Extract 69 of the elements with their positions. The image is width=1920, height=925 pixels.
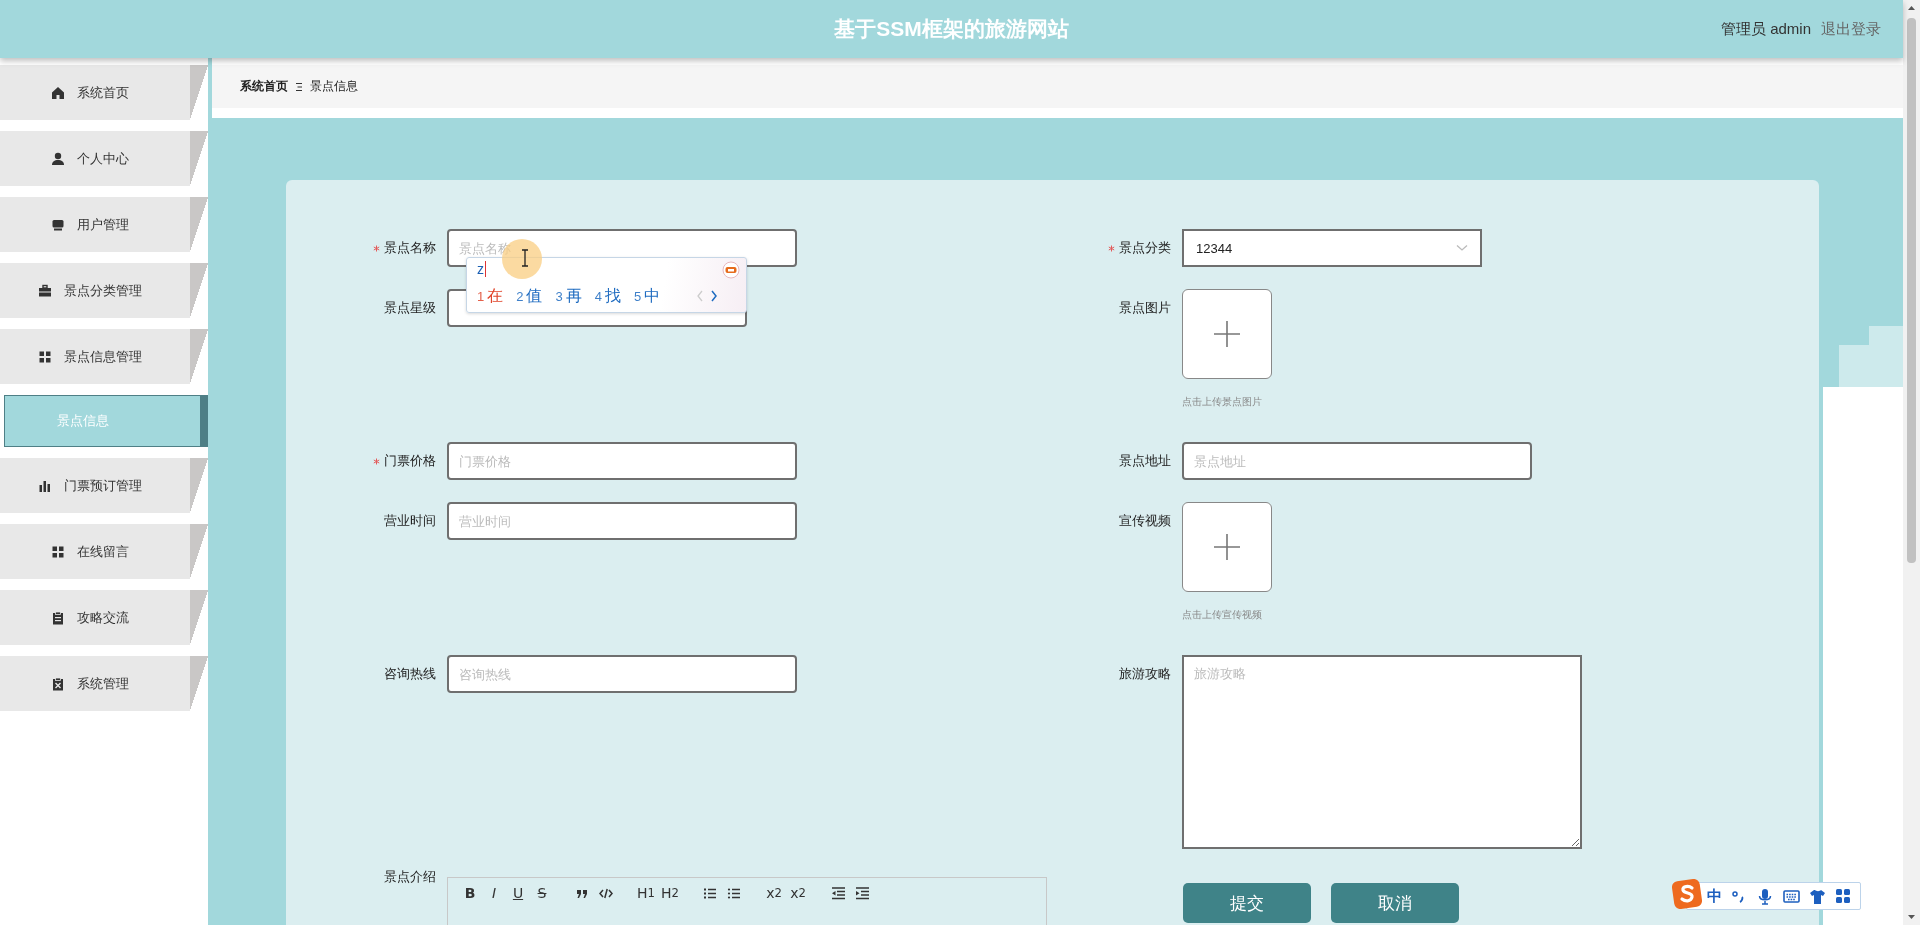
text-field[interactable]: 景点地址 [1182,442,1532,480]
breadcrumb-link[interactable]: 景点信息 [310,78,358,95]
upload-box[interactable] [1182,502,1272,592]
field-label: 咨询热线 [384,665,436,683]
field-label: 旅游攻略 [1119,665,1171,683]
field-label: 景点地址 [1119,452,1171,470]
grid-icon [51,544,65,559]
breadcrumb-link[interactable]: 系统首页 [240,78,288,95]
ime-candidate[interactable]: 4 找 [594,286,621,307]
bar-chart-icon [38,478,52,493]
text-field[interactable]: 营业时间 [447,502,797,540]
user-name: 管理员 admin [1720,19,1811,39]
user-icon [51,151,65,166]
text-cursor-icon [521,249,529,267]
upload-hint: 点击上传宣传视频 [1182,608,1263,622]
grid-icon [38,349,52,364]
home-icon [51,85,65,100]
field-label: 宣传视频 [1119,512,1171,530]
text-field[interactable]: 咨询热线 [447,655,797,693]
ime-candidate[interactable]: 5 中 [633,286,661,307]
scroll-up-icon [1907,4,1916,12]
underline-button[interactable]: U [510,884,526,902]
keyboard-icon[interactable] [1783,887,1800,905]
bold-button[interactable]: B [462,884,478,902]
required-asterisk-icon [1108,244,1115,252]
separator-icon [296,81,302,92]
clipboard-x-icon [51,676,65,691]
briefcase-icon [38,283,52,298]
text-area[interactable]: 旅游攻略 [1182,655,1582,849]
plus-icon [1214,534,1240,560]
ime-mascot-icon [722,261,740,279]
shirt-icon[interactable] [1809,887,1826,905]
field-label: 门票价格 [384,452,436,470]
upload-box[interactable] [1182,289,1272,379]
clipboard-icon [51,610,65,625]
field-label: 景点分类 [1119,239,1171,257]
field-label: 景点图片 [1119,299,1171,317]
ime-candidate[interactable]: 1 在 [477,286,504,307]
ime-input-text: z [477,261,486,277]
submit-button[interactable]: 提交 [1183,883,1311,923]
field-label: 景点介绍 [384,868,436,886]
strike-button[interactable]: S [534,884,550,902]
field-label: 营业时间 [384,512,436,530]
required-asterisk-icon [373,244,380,252]
chevron-down-icon [1456,244,1468,252]
required-asterisk-icon [373,457,380,465]
apps-grid-icon[interactable] [1835,887,1852,905]
field-label: 景点星级 [384,299,436,317]
ime-candidate[interactable]: 3 再 [555,286,582,307]
scrollbar-thumb[interactable] [1907,18,1916,563]
plus-icon [1214,321,1240,347]
indent-button[interactable] [854,884,870,902]
microphone-icon[interactable] [1757,887,1774,905]
logout-link[interactable]: 退出登录 [1821,19,1881,39]
ime-candidate[interactable]: 2 值 [516,286,543,307]
italic-button[interactable]: I [486,884,502,902]
input-mode-toggle[interactable]: 中 [1707,886,1722,906]
cancel-button[interactable]: 取消 [1331,883,1459,923]
field-label: 景点名称 [384,239,436,257]
upload-hint: 点击上传景点图片 [1182,395,1263,409]
outdent-icon [830,885,846,901]
monitor-icon [51,217,65,232]
scroll-down-icon [1907,913,1916,921]
site-title: 基于SSM框架的旅游网站 [834,16,1069,42]
text-field[interactable]: 门票价格 [447,442,797,480]
next-page-icon[interactable] [711,290,717,302]
category-select[interactable]: 12344 [1182,229,1482,267]
indent-icon [854,885,870,901]
outdent-button[interactable] [830,884,846,902]
